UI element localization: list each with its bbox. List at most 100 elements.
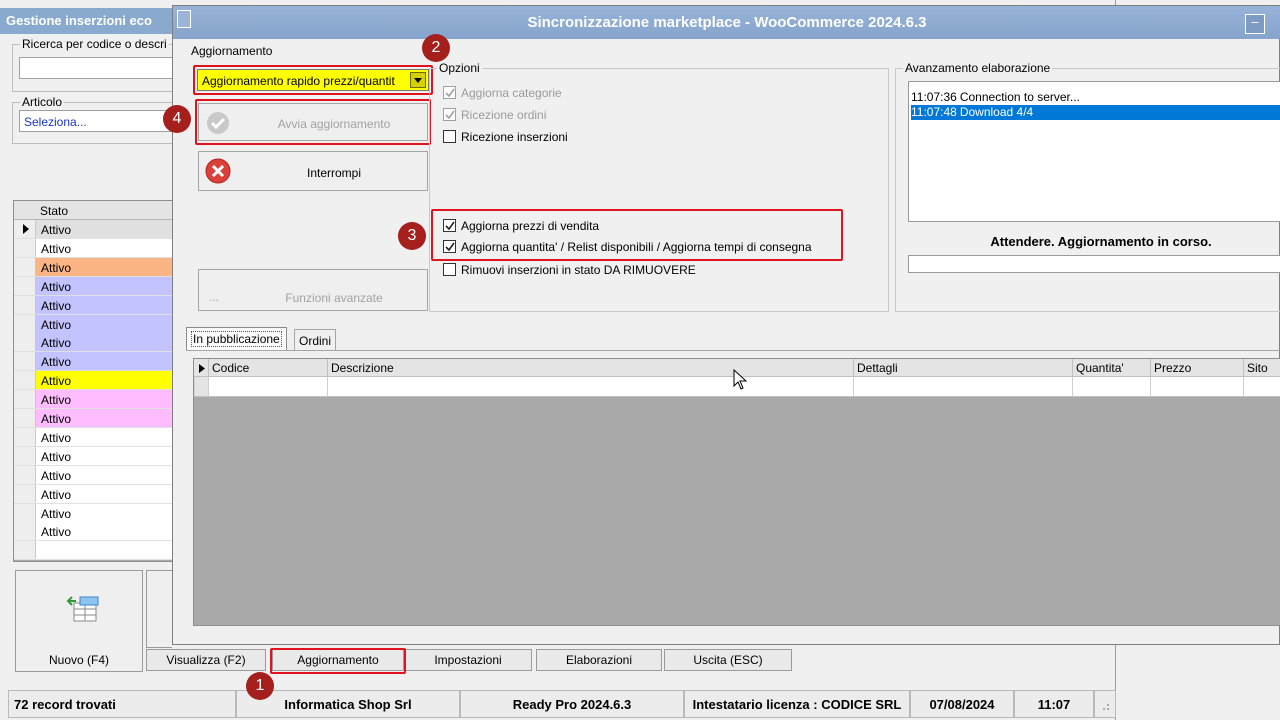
row-selector[interactable] (14, 333, 36, 352)
row-selector[interactable] (14, 390, 36, 409)
dialog-titlebar[interactable]: Sincronizzazione marketplace - WooCommer… (173, 6, 1280, 39)
stop-button[interactable]: Interrompi (198, 151, 428, 191)
cell-descrizione[interactable] (327, 377, 853, 396)
log-entry[interactable]: 11:07:48 Download 4/4 (911, 105, 1280, 120)
table-row[interactable]: Attivo (14, 220, 172, 239)
exit-button[interactable]: Uscita (ESC) (664, 649, 792, 671)
status-time: 11:07 (1014, 690, 1094, 718)
row-selector[interactable] (14, 352, 36, 371)
view-button-edge[interactable] (146, 570, 172, 648)
row-selector[interactable] (14, 257, 36, 276)
publication-grid[interactable]: Codice Descrizione Dettagli Quantita' Pr… (193, 358, 1280, 626)
options-group-label: Opzioni (437, 61, 482, 75)
advanced-functions-button[interactable]: ... Funzioni avanzate (198, 269, 428, 311)
table-row[interactable]: Attivo (14, 390, 172, 410)
column-header-dettagli[interactable]: Dettagli (853, 359, 1072, 377)
view-button[interactable]: Visualizza (F2) (146, 649, 266, 671)
option-checkbox[interactable] (443, 263, 456, 276)
tab-in-pubblicazione-label: In pubblicazione (191, 331, 282, 347)
search-input[interactable] (19, 57, 179, 79)
search-label: Ricerca per codice o descri (20, 37, 169, 51)
row-selector[interactable] (14, 484, 36, 503)
table-row[interactable]: Attivo (14, 446, 172, 466)
row-selector[interactable] (14, 522, 36, 541)
column-header-stato[interactable]: Stato (40, 204, 68, 218)
listings-table-header[interactable]: Stato (14, 201, 172, 220)
log-entry[interactable]: 11:07:36 Connection to server... (911, 90, 1280, 105)
marker-4: 4 (163, 105, 191, 133)
column-header-codice[interactable]: Codice (208, 359, 327, 377)
row-selector[interactable] (14, 295, 36, 314)
table-row[interactable]: Attivo (14, 257, 172, 277)
background-window-title: Gestione inserzioni eco (0, 8, 180, 34)
row-status: Attivo (41, 393, 72, 408)
row-selector[interactable] (14, 503, 36, 522)
cell-quantita[interactable] (1072, 377, 1150, 396)
row-status: Attivo (41, 336, 72, 351)
row-selector[interactable] (14, 427, 36, 446)
dialog-title: Sincronizzazione marketplace - WooCommer… (527, 14, 927, 31)
option-checkbox[interactable] (443, 108, 456, 121)
option-item[interactable]: Ricezione ordini (443, 107, 843, 123)
row-selector[interactable] (194, 377, 208, 396)
column-header-quantita[interactable]: Quantita' (1072, 359, 1150, 377)
cell-sito[interactable] (1243, 377, 1280, 396)
status-date: 07/08/2024 (910, 690, 1014, 718)
table-row[interactable]: Attivo (14, 427, 172, 447)
table-row[interactable]: Attivo (14, 522, 172, 542)
row-selector[interactable] (14, 465, 36, 484)
progress-group-label: Avanzamento elaborazione (903, 61, 1053, 75)
settings-button[interactable]: Impostazioni (404, 649, 532, 671)
row-selector[interactable] (14, 238, 36, 257)
tab-in-pubblicazione[interactable]: In pubblicazione (186, 327, 287, 351)
table-row[interactable]: Attivo (14, 333, 172, 353)
option-item[interactable]: Ricezione inserzioni (443, 129, 843, 145)
table-row[interactable]: Attivo (14, 484, 172, 504)
log-time: 11:07:36 (911, 90, 957, 104)
option-item[interactable]: Aggiorna categorie (443, 85, 843, 101)
table-row[interactable]: Attivo (14, 465, 172, 485)
tab-ordini[interactable]: Ordini (294, 329, 337, 351)
table-row[interactable]: Attivo (14, 409, 172, 428)
progress-log[interactable]: 11:07:36 Connection to server... 11:07:48 D… (908, 81, 1280, 222)
option-checkbox[interactable] (443, 130, 456, 143)
row-selector[interactable] (14, 446, 36, 465)
highlight-box-update-button (270, 648, 406, 674)
table-row[interactable]: Attivo (14, 352, 172, 372)
row-selector[interactable] (14, 314, 36, 333)
table-row[interactable]: Attivo (14, 371, 172, 391)
articolo-select[interactable]: Seleziona... (19, 110, 179, 132)
status-bar: 72 record trovati Informatica Shop Srl R… (8, 690, 1116, 720)
row-selector[interactable] (14, 220, 36, 238)
row-selector[interactable] (14, 541, 36, 560)
listings-table[interactable]: Stato Attivo Attivo Attivo Attivo Attivo Atti… (13, 200, 173, 562)
table-row[interactable]: Attivo (14, 314, 172, 334)
row-selector[interactable] (14, 409, 36, 427)
table-row[interactable]: Attivo (14, 276, 172, 296)
cell-dettagli[interactable] (853, 377, 1072, 396)
cell-prezzo[interactable] (1150, 377, 1243, 396)
option-item[interactable]: Rimuovi inserzioni in stato DA RIMUOVERE (443, 262, 843, 278)
table-row[interactable] (14, 541, 172, 561)
column-header-sito[interactable]: Sito (1243, 359, 1280, 377)
column-header-descrizione[interactable]: Descrizione (327, 359, 853, 377)
option-label: Ricezione ordini (461, 108, 547, 122)
resize-grip-icon[interactable] (1094, 690, 1116, 718)
minimize-button[interactable]: – (1245, 14, 1265, 34)
wait-message: Attendere. Aggiornamento in corso. (990, 234, 1212, 249)
row-selector[interactable] (14, 276, 36, 295)
row-selector[interactable] (14, 371, 36, 390)
option-label: Aggiorna categorie (461, 86, 562, 100)
row-status: Attivo (41, 412, 72, 426)
row-status: Attivo (41, 223, 72, 237)
cell-codice[interactable] (208, 377, 327, 396)
table-row[interactable]: Attivo (14, 503, 172, 523)
table-row[interactable]: Attivo (14, 295, 172, 315)
new-button[interactable]: Nuovo (F4) (15, 570, 143, 672)
marker-3: 3 (398, 222, 426, 250)
processing-button[interactable]: Elaborazioni (536, 649, 662, 671)
option-checkbox[interactable] (443, 86, 456, 99)
table-row[interactable]: Attivo (14, 238, 172, 258)
log-time: 11:07:48 (911, 105, 957, 119)
column-header-prezzo[interactable]: Prezzo (1150, 359, 1243, 377)
